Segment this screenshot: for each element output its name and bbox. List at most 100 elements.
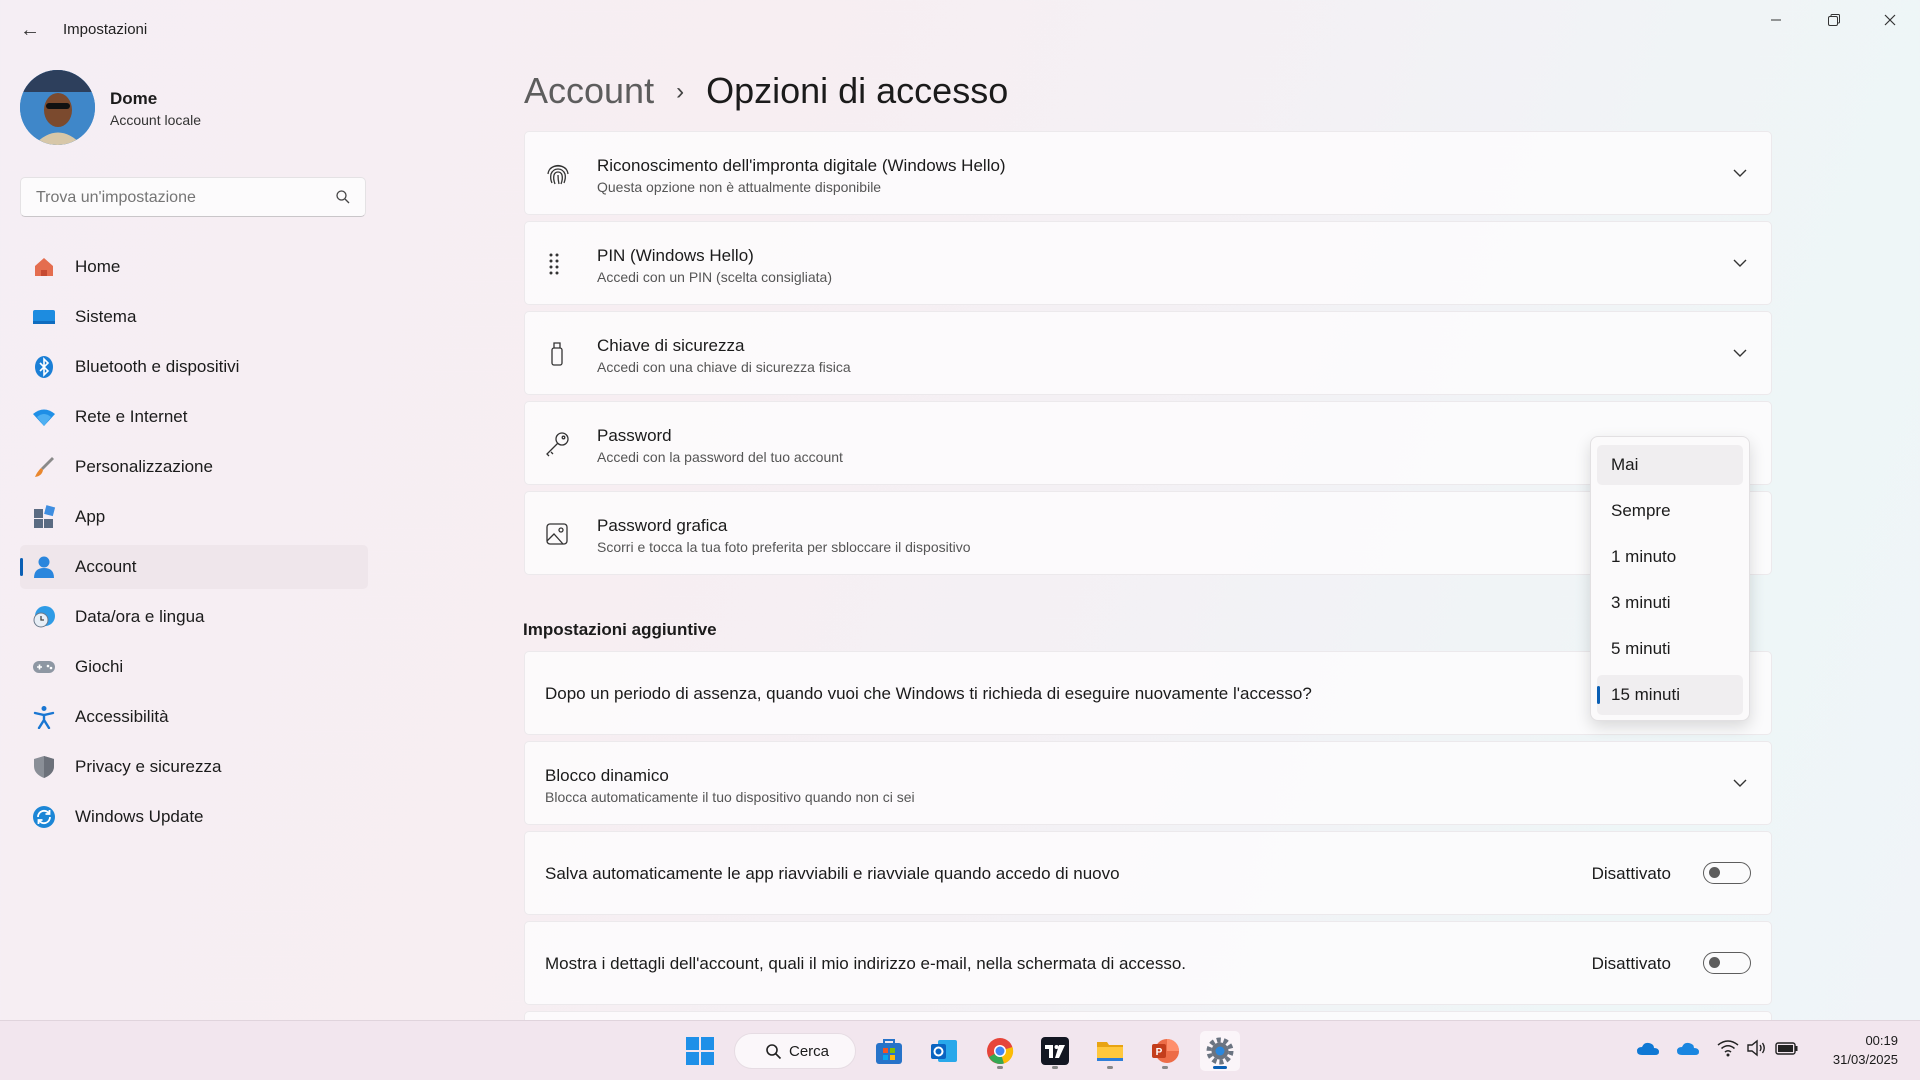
option-pin[interactable]: PIN (Windows Hello) Accedi con un PIN (s… [524, 221, 1772, 305]
running-indicator [1162, 1066, 1168, 1069]
usb-key-icon [545, 342, 569, 366]
battery-icon[interactable] [1775, 1039, 1799, 1057]
taskbar: Cerca P 00:19 31/03/2025 [0, 1020, 1920, 1080]
option-title: Password [597, 426, 672, 445]
settings-search [20, 177, 366, 218]
sidebar-item-account[interactable]: Account [20, 545, 368, 589]
taskbar-outlook[interactable] [924, 1031, 964, 1071]
taskbar-search[interactable]: Cerca [734, 1033, 856, 1069]
onedrive-icon[interactable] [1636, 1039, 1660, 1057]
windows-logo-icon [686, 1037, 714, 1065]
restore-button[interactable] [1806, 0, 1862, 40]
svg-text:P: P [1156, 1047, 1163, 1058]
dropdown-option[interactable]: Sempre [1597, 491, 1743, 531]
option-subtitle: Accedi con la password del tuo account [597, 449, 843, 465]
setting-reauth: Dopo un periodo di assenza, quando vuoi … [524, 651, 1772, 735]
taskbar-search-label: Cerca [789, 1043, 830, 1060]
sidebar-item-bluetooth[interactable]: Bluetooth e dispositivi [20, 345, 370, 389]
taskbar-settings[interactable] [1200, 1031, 1240, 1071]
restart-apps-toggle[interactable] [1703, 862, 1751, 884]
option-security-key[interactable]: Chiave di sicurezza Accedi con una chiav… [524, 311, 1772, 395]
chevron-down-icon[interactable] [1731, 254, 1749, 272]
settings-gear-icon [1206, 1037, 1234, 1065]
option-subtitle: Questa opzione non è attualmente disponi… [597, 179, 882, 195]
volume-icon[interactable] [1746, 1039, 1768, 1057]
chevron-down-icon[interactable] [1731, 774, 1749, 792]
sidebar-item-label: Privacy e sicurezza [75, 757, 222, 776]
sidebar-nav: Home Sistema Bluetooth e dispositivi Ret… [20, 245, 370, 845]
breadcrumb-parent[interactable]: Account [524, 70, 654, 111]
toggle-state-label: Disattivato [1591, 864, 1671, 883]
sidebar-item-label: Rete e Internet [75, 407, 188, 426]
taskbar-clock[interactable]: 00:19 31/03/2025 [1833, 1031, 1898, 1069]
taskbar-tradingview[interactable] [1035, 1031, 1075, 1071]
profile-account-type: Account locale [110, 112, 202, 128]
sidebar-item-windows-update[interactable]: Windows Update [20, 795, 370, 839]
dropdown-option[interactable]: 1 minuto [1597, 537, 1743, 577]
search-input[interactable] [34, 178, 328, 218]
sidebar-item-privacy[interactable]: Privacy e sicurezza [20, 745, 370, 789]
dropdown-option[interactable]: 3 minuti [1597, 583, 1743, 623]
close-icon [1884, 14, 1896, 26]
sidebar-item-label: Home [75, 257, 121, 276]
search-icon [766, 1044, 782, 1060]
toggle-knob [1709, 957, 1720, 968]
chevron-down-icon[interactable] [1731, 344, 1749, 362]
shield-icon [32, 755, 56, 779]
dropdown-option-selected[interactable]: 15 minuti [1597, 675, 1743, 715]
sidebar-item-accessibilita[interactable]: Accessibilità [20, 695, 370, 739]
taskbar-store[interactable] [869, 1031, 909, 1071]
option-fingerprint[interactable]: Riconoscimento dell'impronta digitale (W… [524, 131, 1772, 215]
show-details-toggle[interactable] [1703, 952, 1751, 974]
setting-show-account-details: Mostra i dettagli dell'account, quali il… [524, 921, 1772, 1005]
bluetooth-icon [32, 355, 56, 379]
option-subtitle: Scorri e tocca la tua foto preferita per… [597, 539, 971, 555]
accessibility-icon [32, 705, 56, 729]
taskbar-chrome[interactable] [980, 1031, 1020, 1071]
sidebar-item-giochi[interactable]: Giochi [20, 645, 370, 689]
minimize-button[interactable] [1748, 0, 1804, 40]
option-title: Password grafica [597, 516, 728, 535]
update-icon [32, 805, 56, 829]
sidebar-item-app[interactable]: App [20, 495, 370, 539]
show-details-label: Mostra i dettagli dell'account, quali il… [545, 954, 1187, 973]
sidebar-item-personalizzazione[interactable]: Personalizzazione [20, 445, 370, 489]
fingerprint-icon [545, 162, 569, 186]
option-picture-password[interactable]: Password grafica Scorri e tocca la tua f… [524, 491, 1772, 575]
profile-name: Dome [110, 89, 158, 108]
store-icon [876, 1039, 902, 1064]
search-icon[interactable] [335, 189, 351, 205]
restore-icon [1828, 14, 1840, 26]
dropdown-option[interactable]: 5 minuti [1597, 629, 1743, 669]
chevron-down-icon[interactable] [1731, 164, 1749, 182]
onedrive-personal-icon[interactable] [1676, 1039, 1700, 1057]
option-subtitle: Accedi con un PIN (scelta consigliata) [597, 269, 832, 285]
back-button[interactable]: ← [18, 18, 42, 42]
section-title-additional: Impostazioni aggiuntive [523, 620, 717, 639]
active-indicator [1213, 1066, 1227, 1069]
taskbar-powerpoint[interactable]: P [1145, 1031, 1185, 1071]
sidebar-item-rete[interactable]: Rete e Internet [20, 395, 370, 439]
setting-dynamic-lock[interactable]: Blocco dinamico Blocca automaticamente i… [524, 741, 1772, 825]
sidebar-item-label: Personalizzazione [75, 457, 213, 476]
wifi-tray-icon[interactable] [1717, 1039, 1739, 1057]
avatar-photo-icon [20, 70, 95, 145]
option-password[interactable]: Password Accedi con la password del tuo … [524, 401, 1772, 485]
dropdown-option[interactable]: Mai [1597, 445, 1743, 485]
window-title: Impostazioni [63, 21, 148, 38]
taskbar-file-explorer[interactable] [1090, 1031, 1130, 1071]
option-title: Blocco dinamico [545, 766, 669, 785]
sidebar-item-label: Account [75, 557, 137, 576]
close-button[interactable] [1862, 0, 1918, 40]
sidebar-item-data-ora[interactable]: Data/ora e lingua [20, 595, 370, 639]
start-button[interactable] [680, 1031, 720, 1071]
page-title: Opzioni di accesso [706, 70, 1009, 111]
reauth-dropdown-list: Mai Sempre 1 minuto 3 minuti 5 minuti 15… [1590, 436, 1750, 721]
powerpoint-icon: P [1152, 1039, 1179, 1063]
sidebar-item-home[interactable]: Home [20, 245, 370, 289]
chrome-icon [987, 1038, 1014, 1064]
restart-apps-label: Salva automaticamente le app riavviabili… [545, 864, 1120, 883]
clock-globe-icon [32, 605, 56, 629]
sidebar-item-sistema[interactable]: Sistema [20, 295, 370, 339]
breadcrumb-separator: › [676, 78, 685, 105]
